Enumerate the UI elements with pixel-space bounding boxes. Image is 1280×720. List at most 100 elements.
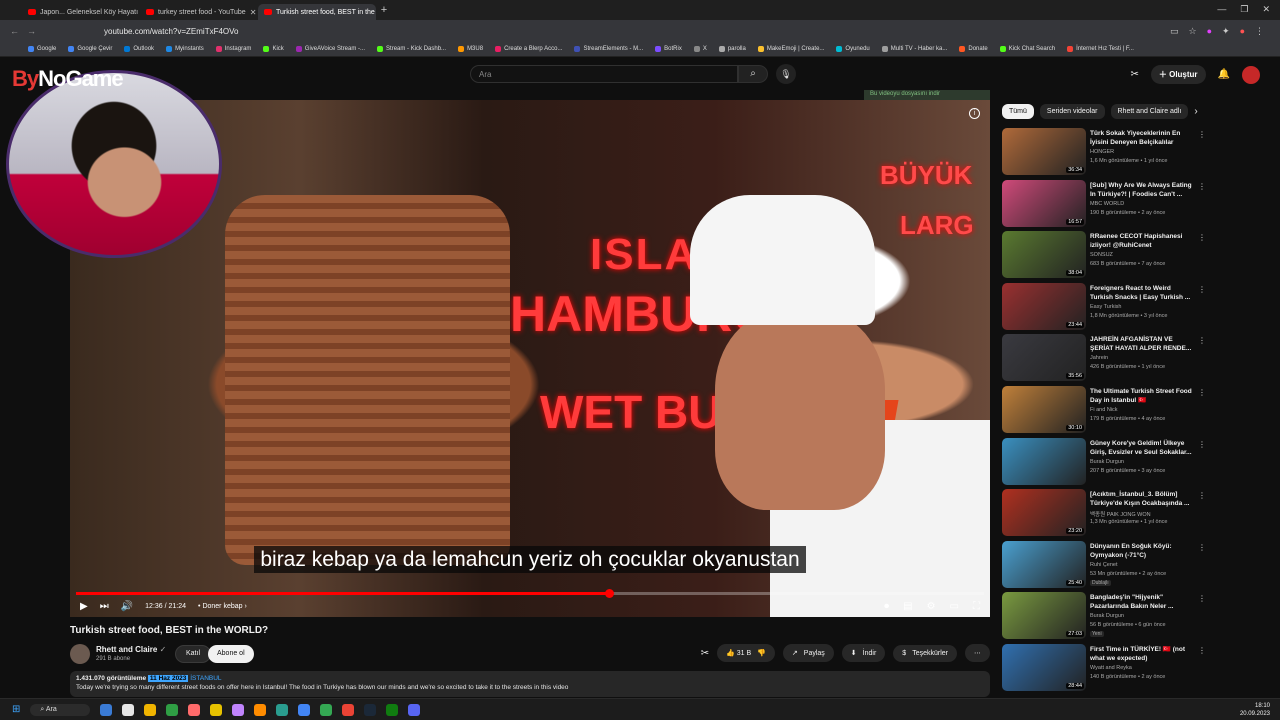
taskbar-app-icon[interactable] [232, 703, 245, 716]
download-notice[interactable]: Bu videoyu dosyasını indir [864, 90, 990, 100]
more-options-icon[interactable]: ⋮ [1198, 388, 1206, 397]
join-button[interactable]: Katıl [175, 645, 212, 663]
fullscreen-icon[interactable]: ⛶ [973, 601, 980, 612]
chip-series[interactable]: Seriden videolar [1039, 104, 1105, 119]
autoplay-toggle-icon[interactable]: ⏺ [884, 601, 889, 612]
taskbar-app-icon[interactable] [100, 703, 113, 716]
related-video-item[interactable]: 23:20 [Acıktım_İstanbul_3. Bölüm] Türkiye… [1002, 489, 1206, 537]
more-options-icon[interactable]: ⋮ [1198, 543, 1206, 552]
related-video-item[interactable]: 38:04 RRaenee CECOT Hapishanesi izliyor! … [1002, 231, 1206, 279]
clip-icon[interactable]: ✂ [1130, 69, 1138, 80]
bookmark-item[interactable]: İnternet Hız Testi | F... [1067, 46, 1134, 52]
thanks-button[interactable]: $ Teşekkürler [893, 644, 957, 662]
related-video-channel[interactable]: Wyatt and Reyka [1090, 665, 1132, 671]
related-video-channel[interactable]: SONSUZ [1090, 252, 1113, 258]
extensions-puzzle-icon[interactable]: ✦ [1222, 26, 1230, 37]
tab-2[interactable]: turkey street food - YouTube ✕ [140, 4, 258, 20]
close-window-icon[interactable]: ✕ [1262, 4, 1270, 15]
download-button[interactable]: ⬇ İndir [841, 644, 886, 662]
taskbar-app-icon[interactable] [298, 703, 311, 716]
back-icon[interactable]: ← [10, 26, 19, 36]
related-video-channel[interactable]: HONGER [1090, 149, 1114, 155]
bookmark-item[interactable]: MakeEmoji | Create... [757, 46, 824, 52]
taskbar-app-icon[interactable] [166, 703, 179, 716]
bookmark-star-icon[interactable]: ☆ [1189, 26, 1197, 37]
more-options-icon[interactable]: ⋮ [1198, 130, 1206, 139]
video-thumbnail[interactable]: 23:44 [1002, 282, 1086, 330]
subscribe-button[interactable]: Abone ol [208, 645, 254, 663]
microphone-icon[interactable]: 🎙 [776, 64, 796, 84]
windows-start-icon[interactable]: ⊞ [12, 704, 20, 715]
more-options-icon[interactable]: ⋮ [1198, 233, 1206, 242]
related-video-channel[interactable]: MBC WORLD [1090, 201, 1124, 207]
taskbar-app-icon[interactable] [122, 703, 135, 716]
more-options-icon[interactable]: ⋮ [1198, 285, 1206, 294]
related-video-channel[interactable]: Burak Durgun [1090, 459, 1124, 465]
related-video-channel[interactable]: Jahrein [1090, 355, 1108, 361]
bookmark-item[interactable]: Google [28, 46, 56, 52]
taskbar-app-icon[interactable] [188, 703, 201, 716]
bookmark-item[interactable]: Multi TV - Haber ka... [881, 46, 947, 52]
play-icon[interactable]: ▶ [80, 601, 88, 612]
extension-icon[interactable]: ● [1207, 26, 1212, 37]
next-icon[interactable]: ⏭ [100, 601, 109, 612]
chip-all[interactable]: Tümü [1002, 104, 1034, 119]
related-video-item[interactable]: 23:44 Foreigners React to Weird Turkish S… [1002, 282, 1206, 331]
forward-icon[interactable]: → [27, 26, 36, 36]
subtitles-icon[interactable]: ▤ [903, 601, 912, 612]
bookmark-item[interactable]: M3U8 [458, 46, 483, 52]
hashtag-link[interactable]: İSTANBUL [190, 675, 221, 682]
notifications-bell-icon[interactable]: 🔔 [1218, 69, 1230, 80]
taskbar-search[interactable]: ⌕ Ara [30, 703, 91, 716]
info-icon[interactable]: i [969, 108, 980, 119]
minimize-icon[interactable]: — [1217, 4, 1226, 15]
taskbar-app-icon[interactable] [210, 703, 223, 716]
more-options-icon[interactable]: ⋮ [1198, 491, 1206, 500]
more-options-icon[interactable]: ⋮ [1198, 594, 1206, 603]
clip-icon[interactable]: ✂ [701, 648, 709, 659]
channel-name[interactable]: Rhett and Claire ✓ [96, 645, 166, 654]
video-thumbnail[interactable]: 27:03 [1002, 592, 1086, 640]
tab-1[interactable]: Japon... Geleneksel Köy Hayatı ✕ [22, 4, 140, 20]
bookmark-item[interactable]: Kick Chat Search [999, 46, 1055, 52]
menu-icon[interactable]: ⋮ [1255, 26, 1264, 37]
video-thumbnail[interactable]: 36:34 [1002, 128, 1086, 175]
video-thumbnail[interactable]: 25:40 [1002, 540, 1086, 588]
related-video-channel[interactable]: Burak Durgun [1090, 613, 1124, 619]
settings-gear-icon[interactable]: ⚙ [927, 601, 936, 612]
more-options-icon[interactable]: ⋮ [1198, 440, 1206, 449]
taskbar-app-icon[interactable] [144, 703, 157, 716]
taskbar-app-icon[interactable] [364, 703, 377, 716]
dislike-icon[interactable]: 👎 [757, 649, 766, 657]
search-icon[interactable]: ⌕ [738, 65, 768, 83]
taskbar-app-icon[interactable] [408, 703, 421, 716]
url-field[interactable]: youtube.com/watch?v=ZEmiTxF4OVo [104, 27, 239, 36]
video-thumbnail[interactable] [1002, 437, 1086, 485]
taskbar-app-icon[interactable] [254, 703, 267, 716]
bookmark-item[interactable]: Myinstants [166, 46, 204, 52]
related-video-channel[interactable]: Ruhi Çenet [1090, 562, 1118, 568]
bookmark-item[interactable]: Instagram [215, 46, 251, 52]
bookmark-item[interactable]: parolla [718, 46, 746, 52]
bookmark-item[interactable]: Create a Blerp Acco... [495, 46, 562, 52]
new-tab-button[interactable]: + [376, 4, 392, 16]
video-thumbnail[interactable]: 38:04 [1002, 231, 1086, 279]
bookmark-item[interactable]: Kick [263, 46, 284, 52]
video-thumbnail[interactable]: 16:57 [1002, 179, 1086, 227]
system-clock[interactable]: 18:10 20.09.2023 [1240, 702, 1280, 718]
tab-3-active[interactable]: Turkish street food, BEST in the ✕ [258, 4, 376, 20]
maximize-icon[interactable]: ❐ [1240, 4, 1248, 15]
bookmark-item[interactable]: Outlook [124, 46, 154, 52]
related-video-channel[interactable]: Easy Turkish [1090, 304, 1121, 310]
search-input[interactable]: Ara [470, 65, 738, 83]
taskbar-app-icon[interactable] [342, 703, 355, 716]
bookmark-item[interactable]: Stream - Kick Dashb... [377, 46, 446, 52]
create-button[interactable]: ＋ Oluştur [1150, 65, 1206, 84]
account-avatar[interactable] [1242, 65, 1260, 84]
bookmark-item[interactable]: X [693, 46, 707, 52]
bookmark-item[interactable]: StreamElements - M... [574, 46, 643, 52]
video-thumbnail[interactable]: 28:44 [1002, 644, 1086, 691]
description-box[interactable]: 1.431.070 görüntüleme 11 Haz 2023 İSTANB… [70, 671, 990, 697]
more-options-icon[interactable]: ⋮ [1198, 336, 1206, 345]
theater-mode-icon[interactable]: ▭ [950, 601, 959, 612]
